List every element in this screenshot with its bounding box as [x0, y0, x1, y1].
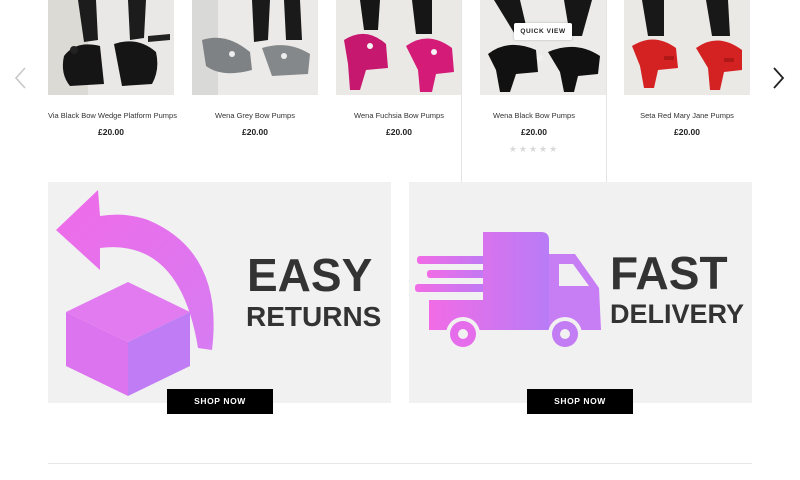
product-card[interactable]: Wena Fuchsia Bow Pumps £20.00 [336, 0, 480, 184]
product-price: £20.00 [521, 127, 547, 137]
product-card[interactable]: Wena Grey Bow Pumps £20.00 [192, 0, 336, 184]
quick-view-button[interactable]: QUICK VIEW [514, 23, 572, 40]
product-price: £20.00 [386, 127, 412, 137]
rating-stars: ★★★★★ [508, 144, 560, 154]
product-price: £20.00 [242, 127, 268, 137]
chevron-right-icon [773, 67, 785, 89]
product-name[interactable]: Wena Fuchsia Bow Pumps [336, 111, 462, 120]
product-carousel: Via Black Bow Wedge Platform Pumps £20.0… [0, 0, 800, 185]
banner-subheading: DELIVERY [610, 299, 745, 329]
product-price: £20.00 [674, 127, 700, 137]
product-card-hovered[interactable]: QUICK VIEW Wena Black Bow Pumps £20.00 ★… [462, 0, 606, 184]
chevron-left-icon [14, 67, 26, 89]
banner-subheading: RETURNS [246, 301, 382, 332]
carousel-next-button[interactable] [767, 62, 791, 94]
product-image[interactable] [336, 0, 462, 95]
shop-now-button[interactable]: SHOP NOW [167, 389, 273, 414]
product-card[interactable]: Seta Red Mary Jane Pumps £20.00 [624, 0, 768, 184]
fast-delivery-banner[interactable]: FAST DELIVERY [409, 182, 752, 403]
product-image[interactable] [192, 0, 318, 95]
carousel-prev-button[interactable] [8, 62, 32, 94]
product-card[interactable]: Via Black Bow Wedge Platform Pumps £20.0… [48, 0, 192, 184]
product-price: £20.00 [98, 127, 124, 137]
product-name[interactable]: Wena Grey Bow Pumps [192, 111, 318, 120]
product-image[interactable]: QUICK VIEW [480, 0, 606, 95]
product-name[interactable]: Wena Black Bow Pumps [462, 111, 606, 120]
product-name[interactable]: Via Black Bow Wedge Platform Pumps [48, 111, 177, 120]
section-divider [48, 463, 752, 464]
product-image[interactable] [624, 0, 750, 95]
product-image[interactable] [48, 0, 174, 95]
banner-heading: FAST [610, 247, 728, 299]
shop-now-button[interactable]: SHOP NOW [527, 389, 633, 414]
easy-returns-banner[interactable]: EASY RETURNS [48, 182, 391, 403]
banner-heading: EASY [247, 249, 373, 301]
product-name[interactable]: Seta Red Mary Jane Pumps [624, 111, 750, 120]
